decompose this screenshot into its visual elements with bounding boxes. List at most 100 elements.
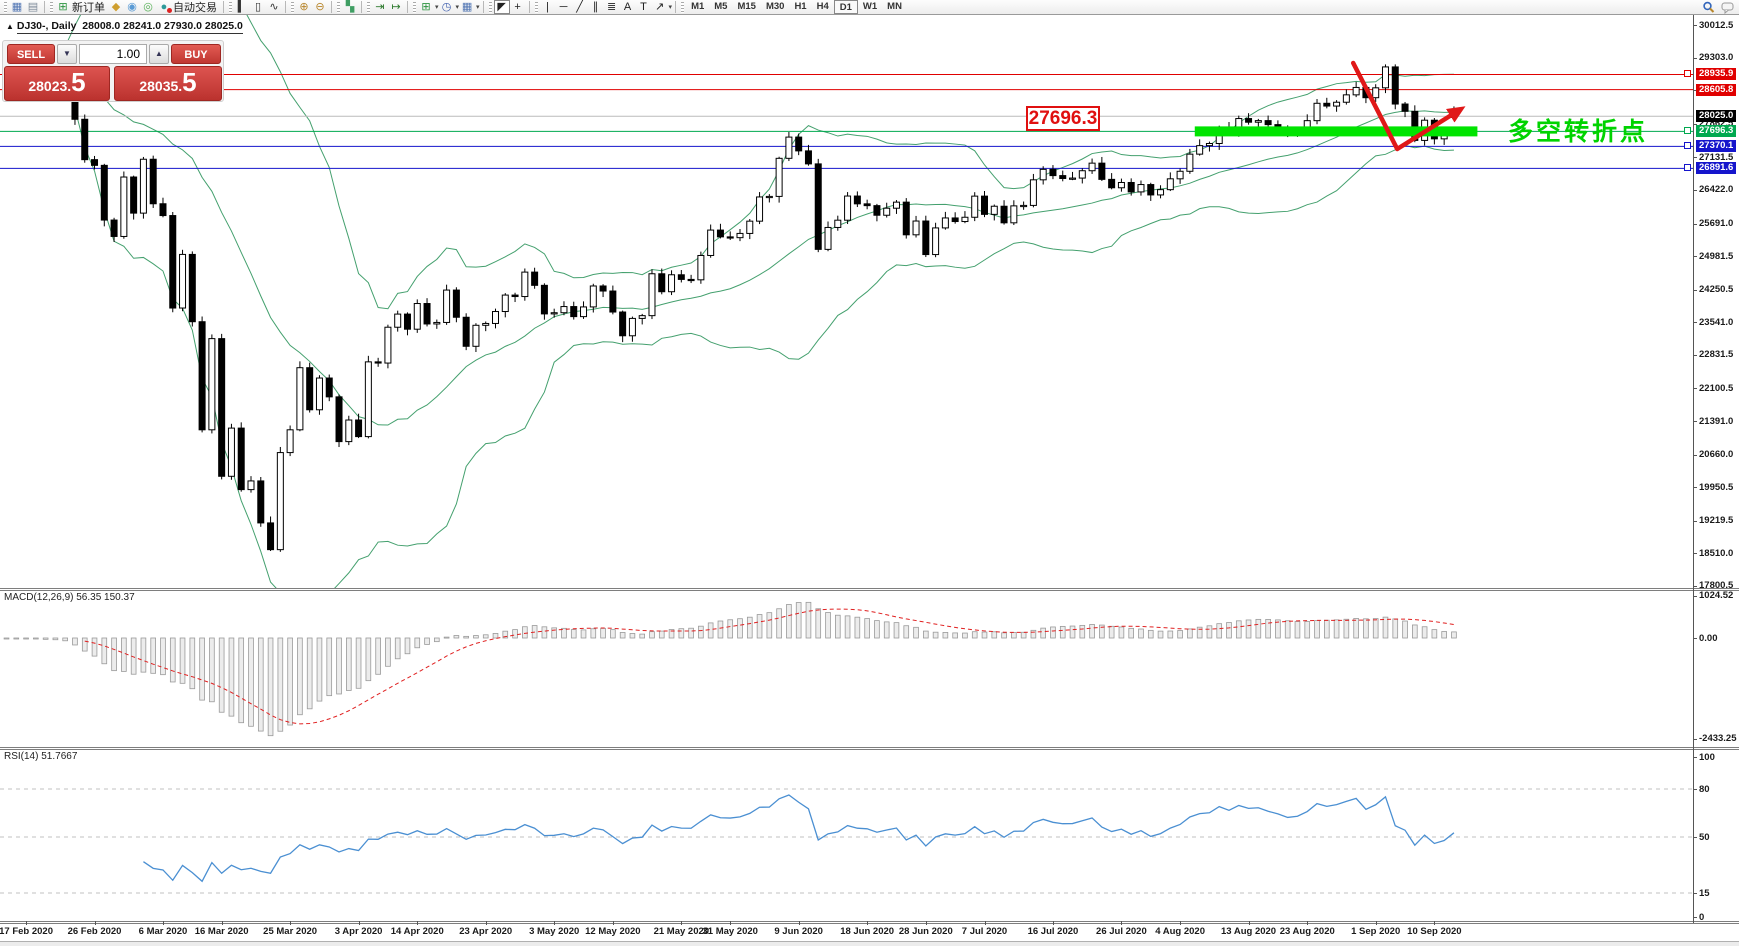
auto-scroll-icon[interactable]: ⇥ bbox=[372, 0, 388, 14]
turning-point-annotation[interactable]: 多空转折点 bbox=[1508, 112, 1648, 148]
rsi-line bbox=[143, 794, 1455, 883]
timeframe-d1-button[interactable]: D1 bbox=[833, 0, 858, 14]
toolbar-grip[interactable] bbox=[337, 1, 340, 13]
tile-windows-icon[interactable]: ▚ bbox=[342, 0, 358, 14]
buy-price-frac: 5 bbox=[182, 67, 197, 97]
label-icon[interactable]: T bbox=[636, 0, 652, 14]
timeframe-mn-button[interactable]: MN bbox=[882, 0, 907, 14]
timeframe-h4-button[interactable]: H4 bbox=[812, 0, 834, 14]
toolbar-grip[interactable] bbox=[534, 1, 538, 13]
buy-price-box[interactable]: 28035.5 bbox=[114, 66, 222, 101]
arrows-tool-icon[interactable]: ↗ bbox=[652, 0, 668, 14]
autotrading-icon[interactable]: ● bbox=[156, 0, 172, 14]
arrows-tool-icon-dropdown[interactable]: ▾ bbox=[669, 3, 673, 11]
main-chart-pane bbox=[0, 0, 1693, 603]
toolbar-grip[interactable] bbox=[681, 1, 685, 13]
timeframe-w1-button[interactable]: W1 bbox=[858, 0, 882, 14]
timeframe-m15-button[interactable]: M15 bbox=[732, 0, 760, 14]
symbol-period-label: DJ30-, Daily bbox=[16, 20, 77, 32]
line-anchor-28935.9[interactable] bbox=[1684, 70, 1691, 78]
fibonacci-icon[interactable]: ≣ bbox=[604, 0, 620, 14]
price-chart bbox=[0, 0, 1693, 603]
toolbar-grip[interactable] bbox=[291, 1, 294, 13]
toolbar: ▦ ▤ ⊞ 新订单 ◆ ◉ ◎ ● 自动交易 ▍ ▯ ∿ ⊕ ⊖ ▚ ⇥ ↦ ⊞ ▾ ◷ ▾ ▦ ▾ ◤ + | ─ ╱ ∥ ≣ A T ↗ ▾ M… bbox=[0, 0, 1739, 15]
collapse-triangle-icon[interactable]: ▲ bbox=[6, 22, 14, 31]
profiles-icon[interactable]: ▤ bbox=[25, 0, 41, 14]
horizontal-line-icon[interactable]: ─ bbox=[556, 0, 572, 14]
rsi-tick-100: 100 bbox=[1699, 751, 1715, 763]
toolbar-grip[interactable] bbox=[4, 1, 7, 13]
sell-price-main: 28023 bbox=[28, 78, 68, 94]
date-tick-mark bbox=[1375, 921, 1377, 925]
sell-button[interactable]: SELL bbox=[7, 44, 55, 64]
crosshair-icon[interactable]: + bbox=[510, 0, 526, 14]
mt4-terminal: ▦ ▤ ⊞ 新订单 ◆ ◉ ◎ ● 自动交易 ▍ ▯ ∿ ⊕ ⊖ ▚ ⇥ ↦ ⊞ ▾ ◷ ▾ ▦ ▾ ◤ + | ─ ╱ ∥ ≣ A T ↗ ▾ M… bbox=[0, 0, 1739, 946]
chart-shift-icon[interactable]: ↦ bbox=[388, 0, 404, 14]
line-anchor-26891.6[interactable] bbox=[1684, 164, 1691, 172]
search-icon[interactable] bbox=[1702, 1, 1715, 19]
macd-pane bbox=[0, 591, 1693, 747]
sell-price-frac: 5 bbox=[71, 67, 86, 97]
period-icon[interactable]: ◷ bbox=[439, 0, 455, 14]
date-tick-mark bbox=[1248, 921, 1250, 925]
text-icon[interactable]: A bbox=[620, 0, 636, 14]
sell-price-box[interactable]: 28023.5 bbox=[4, 66, 110, 101]
price-tick-18510.0: 18510.0 bbox=[1699, 547, 1734, 559]
new-order-label[interactable]: 新订单 bbox=[72, 0, 105, 15]
date-tick-mark bbox=[681, 921, 683, 925]
date-tick-mark bbox=[1052, 921, 1054, 925]
toolbar-grip[interactable] bbox=[488, 1, 492, 13]
timeframe-h1-button[interactable]: H1 bbox=[789, 0, 811, 14]
zoom-out-icon[interactable]: ⊖ bbox=[312, 0, 328, 14]
cursor-icon[interactable]: ◤ bbox=[493, 0, 510, 14]
timeframe-m1-button[interactable]: M1 bbox=[686, 0, 709, 14]
buy-button[interactable]: BUY bbox=[171, 44, 221, 64]
channel-icon[interactable]: ∥ bbox=[588, 0, 604, 14]
vertical-line-icon[interactable]: | bbox=[540, 0, 556, 14]
line-chart-icon[interactable]: ∿ bbox=[266, 0, 282, 14]
toolbar-grip[interactable] bbox=[367, 1, 370, 13]
price-tick-24981.5-tick bbox=[1693, 256, 1697, 258]
metaeditor-icon[interactable]: ◆ bbox=[108, 0, 124, 14]
add-indicator-icon[interactable]: ⊞ bbox=[418, 0, 434, 14]
trendline-icon[interactable]: ╱ bbox=[572, 0, 588, 14]
rsi-tick-0-tick bbox=[1693, 917, 1697, 918]
line-anchor-27696.3[interactable] bbox=[1684, 127, 1691, 135]
chat-icon[interactable] bbox=[1721, 1, 1735, 19]
timeframe-m30-button[interactable]: M30 bbox=[761, 0, 789, 14]
new-order-icon[interactable]: ⊞ bbox=[55, 0, 71, 14]
bar-chart-icon[interactable]: ▍ bbox=[234, 0, 250, 14]
template-icon[interactable]: ▦ bbox=[459, 0, 475, 14]
date-tick-mark bbox=[1180, 921, 1182, 925]
price-tick-19219.5-tick bbox=[1693, 520, 1697, 522]
rsi-tick-100-tick bbox=[1693, 757, 1697, 758]
timeframe-m5-button[interactable]: M5 bbox=[709, 0, 732, 14]
price-tick-24981.5: 24981.5 bbox=[1699, 250, 1734, 262]
autotrading-label[interactable]: 自动交易 bbox=[173, 0, 217, 15]
candlestick-chart-icon[interactable]: ▯ bbox=[250, 0, 266, 14]
price-level-annotation[interactable]: 27696.3 bbox=[1026, 106, 1100, 131]
price-tick-24250.5: 24250.5 bbox=[1699, 284, 1734, 296]
toolbar-grip[interactable] bbox=[413, 1, 416, 13]
charts-window-icon[interactable]: ▦ bbox=[9, 0, 25, 14]
date-tick-mark bbox=[612, 921, 614, 925]
mql5-community-icon[interactable]: ◉ bbox=[124, 0, 140, 14]
price-tick-21391.0-tick bbox=[1693, 421, 1697, 423]
volume-input[interactable]: 1.00 bbox=[79, 44, 147, 64]
date-tick-mark bbox=[485, 921, 487, 925]
price-tick-25691.0: 25691.0 bbox=[1699, 218, 1734, 229]
toolbar-grip[interactable] bbox=[50, 1, 53, 13]
date-tick-mark bbox=[730, 921, 732, 925]
price-tag-28025.0: 28025.0 bbox=[1696, 110, 1737, 123]
volume-decrease-button[interactable]: ▼ bbox=[57, 44, 77, 64]
macd-tick-1024.52-tick bbox=[1693, 595, 1697, 597]
news-icon[interactable]: ◎ bbox=[140, 0, 156, 14]
price-tick-20660.0: 20660.0 bbox=[1699, 449, 1734, 461]
template-icon-dropdown[interactable]: ▾ bbox=[476, 3, 480, 11]
volume-increase-button[interactable]: ▲ bbox=[149, 44, 169, 64]
zoom-in-icon[interactable]: ⊕ bbox=[296, 0, 312, 14]
rsi-tick-15: 15 bbox=[1699, 887, 1710, 899]
macd-chart bbox=[3, 601, 1457, 737]
line-anchor-27370.1[interactable] bbox=[1684, 142, 1691, 150]
toolbar-grip[interactable] bbox=[229, 1, 232, 13]
